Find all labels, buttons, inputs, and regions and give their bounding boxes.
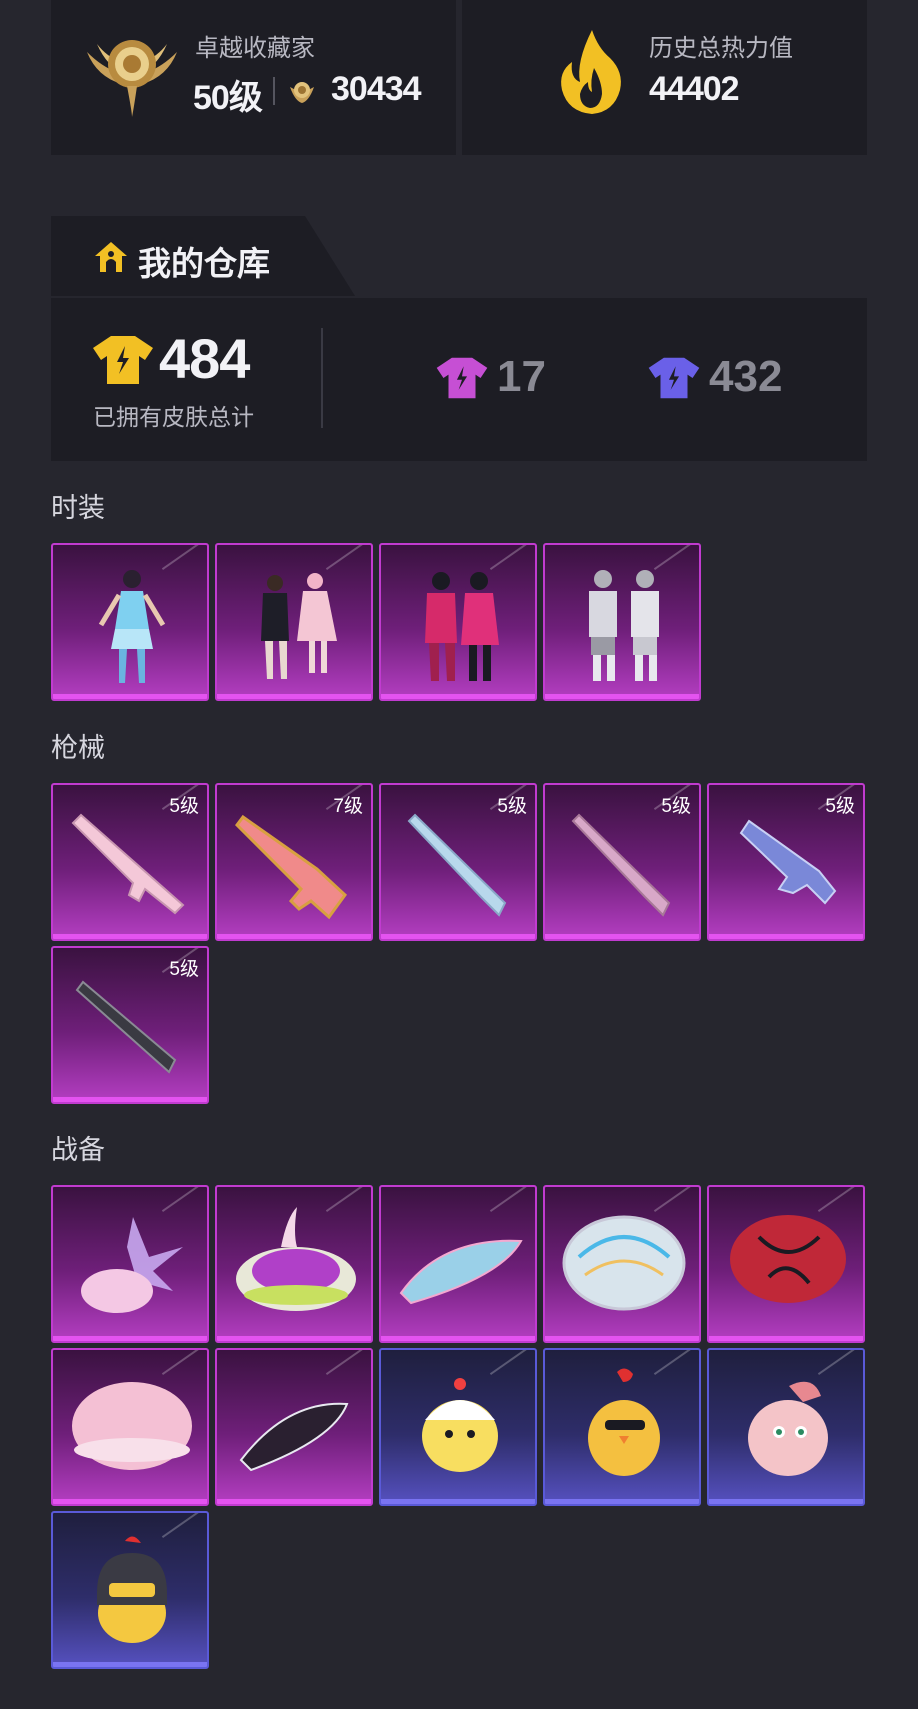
flame-icon [561,30,621,114]
gun-item[interactable]: 5级 [51,946,209,1104]
rifle-icon [571,813,671,917]
pink-bird-icon [748,1381,828,1476]
gear-item[interactable] [51,1348,209,1506]
medal-icon [87,40,177,117]
gun-item[interactable]: 5级 [379,783,537,941]
gun-item[interactable]: 7级 [215,783,373,941]
warehouse-title: 我的仓库 [138,245,270,282]
gear-item[interactable] [543,1185,701,1343]
heat-panel: 历史总热力值 44402 [462,0,867,155]
character-pair-icon [589,570,659,681]
fashion-item[interactable] [215,543,373,701]
gun-item[interactable]: 5级 [707,783,865,941]
gear-item[interactable] [707,1185,865,1343]
gear-item[interactable] [215,1185,373,1343]
rank-title: 卓越收藏家 [195,35,315,62]
helmet-chick-icon [97,1536,167,1643]
section-guns: 枪械 [51,733,105,763]
rifle-icon [407,813,507,917]
points-value: 30434 [331,70,422,108]
backpack-icon [81,1217,183,1313]
gear-item[interactable] [379,1185,537,1343]
character-pair-icon [261,573,337,679]
gear-item[interactable] [51,1185,209,1343]
shirt-gold-icon [93,336,153,384]
glider-icon [399,1239,523,1305]
rifle-icon [75,980,177,1074]
section-fashion: 时装 [51,493,105,523]
heat-label: 历史总热力值 [649,35,793,62]
purple-count: 17 [497,352,546,401]
shirt-blue-icon [648,357,700,399]
glider-icon [239,1402,349,1472]
total-label: 已拥有皮肤总计 [93,404,254,430]
gear-item[interactable] [51,1511,209,1669]
fashion-item[interactable] [51,543,209,701]
rifle-icon [71,813,185,915]
gear-item[interactable] [707,1348,865,1506]
rifle-icon [235,814,347,920]
warehouse-stats-panel: 484 已拥有皮肤总计 17 432 [51,298,867,461]
blue-count: 432 [709,352,783,401]
parachute-icon [72,1382,192,1470]
smg-icon [739,819,837,905]
section-gear: 战备 [51,1135,105,1165]
stats-divider [321,328,323,428]
helmet-icon [236,1207,356,1311]
gun-item[interactable]: 5级 [543,783,701,941]
collector-panel: 卓越收藏家 50级 30434 [51,0,456,155]
coin-icon [290,82,314,103]
gun-item[interactable]: 5级 [51,783,209,941]
parachute-icon [730,1215,846,1303]
total-count: 484 [159,327,250,390]
chicken-icon [588,1368,660,1476]
character-pair-icon [425,572,499,681]
gear-item[interactable] [215,1348,373,1506]
level-value: 50级 [193,79,263,117]
chick-icon [422,1378,498,1472]
house-icon [95,242,127,272]
divider [273,77,275,105]
gear-item[interactable] [379,1348,537,1506]
gear-item[interactable] [543,1348,701,1506]
fashion-item[interactable] [543,543,701,701]
fashion-item[interactable] [379,543,537,701]
parachute-icon [562,1215,686,1311]
heat-value: 44402 [649,70,740,108]
shirt-purple-icon [436,357,488,399]
character-icon [98,570,166,683]
